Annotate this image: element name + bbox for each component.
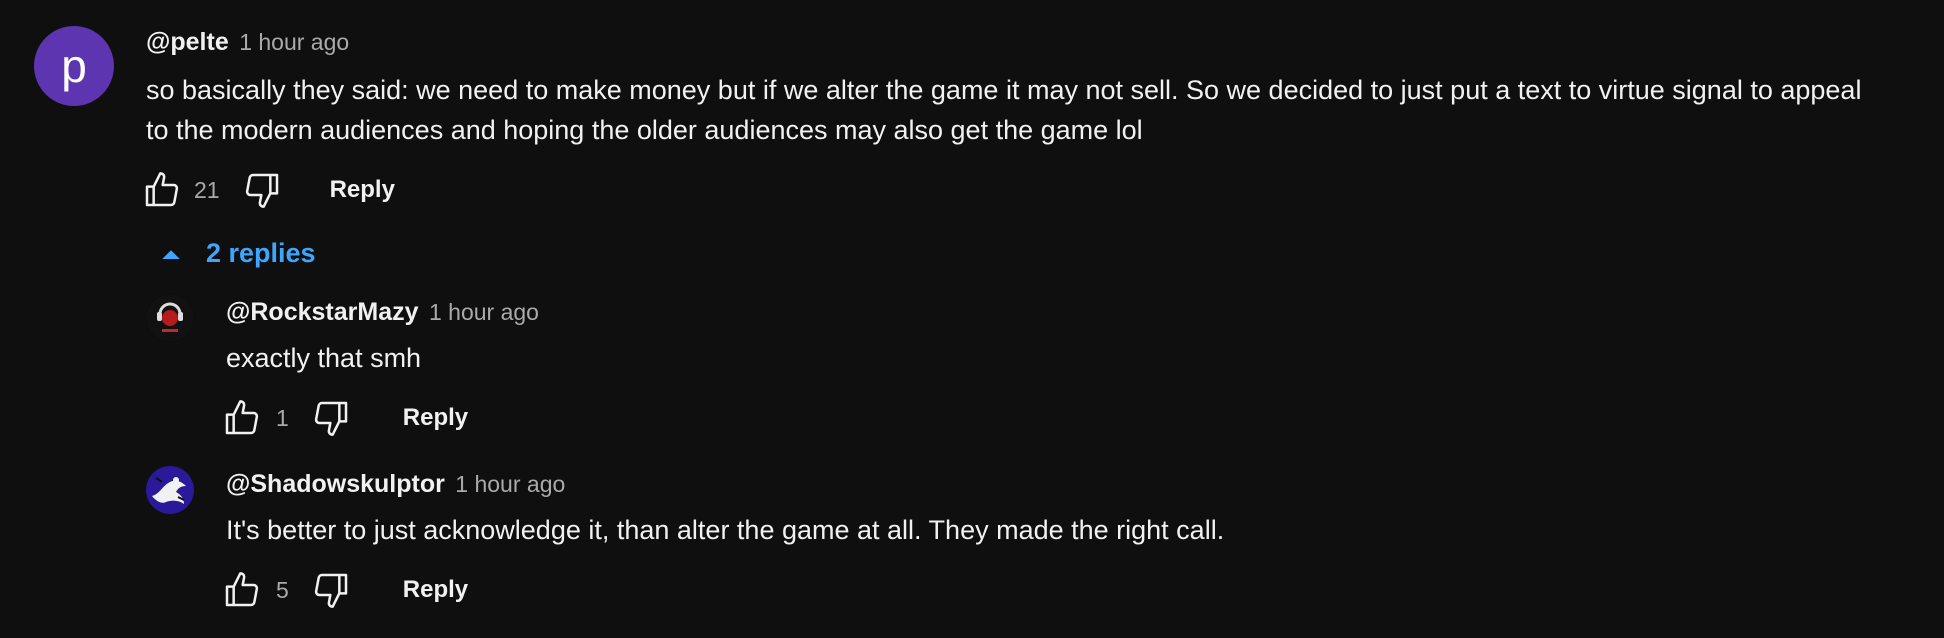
dislike-button[interactable] (311, 570, 351, 610)
timestamp[interactable]: 1 hour ago (239, 29, 349, 55)
dislike-button[interactable] (242, 170, 282, 210)
reply-button[interactable]: Reply (403, 576, 468, 604)
like-count: 5 (276, 576, 289, 603)
timestamp[interactable]: 1 hour ago (455, 471, 565, 497)
caret-up-icon (162, 249, 180, 259)
thumbs-down-icon (245, 173, 278, 208)
author-name[interactable]: @Shadowskulptor (226, 470, 445, 498)
comment-header: @RockstarMazy 1 hour ago (226, 298, 539, 327)
dislike-button[interactable] (311, 398, 351, 438)
thumbs-up-icon (145, 172, 179, 207)
replies-toggle-label: 2 replies (206, 238, 316, 268)
avatar[interactable] (146, 466, 194, 514)
like-count: 1 (276, 404, 289, 431)
author-name[interactable]: @RockstarMazy (226, 298, 419, 326)
replies-toggle[interactable]: 2 replies (156, 238, 316, 269)
comment-actions: 1 Reply (222, 398, 468, 438)
comment-header: @pelte 1 hour ago (146, 28, 349, 57)
avatar[interactable]: p (34, 26, 114, 106)
thumbs-up-icon (225, 400, 259, 435)
like-button[interactable] (222, 570, 262, 610)
reply-button[interactable]: Reply (330, 176, 395, 204)
avatar-image (146, 294, 194, 342)
comment-actions: 5 Reply (222, 570, 468, 610)
comment-actions: 21 Reply (142, 170, 395, 210)
comment-text: exactly that smh (226, 343, 422, 373)
timestamp[interactable]: 1 hour ago (429, 299, 539, 325)
like-button[interactable] (142, 170, 182, 210)
avatar-letter: p (61, 40, 87, 92)
like-count: 21 (194, 176, 220, 203)
like-button[interactable] (222, 398, 262, 438)
avatar-image (146, 466, 194, 514)
thumbs-up-icon (225, 572, 259, 607)
comment-text: It's better to just acknowledge it, than… (226, 515, 1225, 545)
thumbs-down-icon (314, 401, 348, 436)
comment-text: so basically they said: we need to make … (146, 75, 1862, 145)
author-name[interactable]: @pelte (146, 28, 229, 56)
thumbs-down-icon (314, 573, 348, 608)
avatar[interactable] (146, 294, 194, 342)
comment-header: @Shadowskulptor 1 hour ago (226, 470, 565, 499)
reply-button[interactable]: Reply (403, 404, 468, 432)
